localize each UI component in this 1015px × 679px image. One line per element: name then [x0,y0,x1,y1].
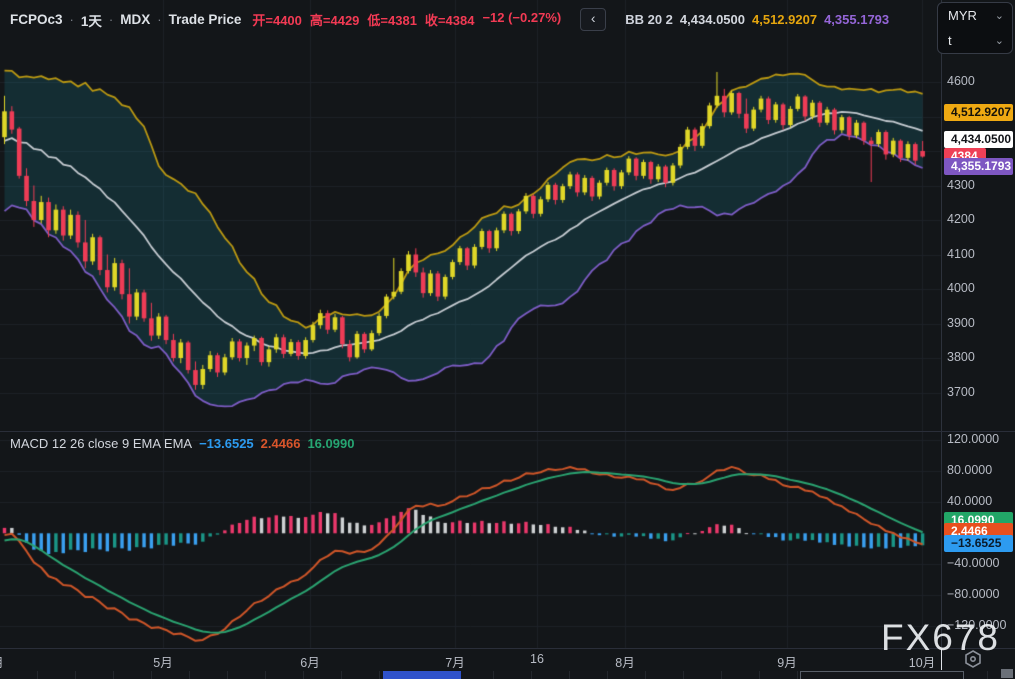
time-tick-label[interactable]: 9月 [777,652,796,671]
bb-upper-value: 4,512.9207 [752,12,818,27]
legend-collapse-button[interactable]: ‹ [580,8,607,31]
macd-indicator-label[interactable]: MACD 12 26 close 9 EMA EMA [10,436,192,451]
legend-separator: · [157,12,162,27]
macd-hist-badge: −13.6525 [944,535,1013,553]
bb-basis-badge: 4,434.0500 [944,130,1013,148]
scrollbar-range-box[interactable] [800,671,964,679]
bb-basis-value: 4,434.0500 [679,12,745,27]
currency-value: MYR [948,8,977,23]
price-tick-label: 4200 [947,212,975,226]
ohlc-item: 开=4400 [252,13,302,28]
legend-separator: · [108,12,114,27]
currency-dropdown[interactable]: MYR ⌄ [938,3,1012,28]
macd-tick-label: −80.0000 [947,587,1000,602]
symbol-name[interactable]: FCPOc3 [10,12,63,27]
chart-application: FCPOc3 · 1天 · MDX · Trade Price 开=4400 高=… [0,0,1015,679]
time-tick-label[interactable]: 7月 [445,652,464,671]
macd-tick-label: −40.0000 [947,556,1000,571]
macd-legend: MACD 12 26 close 9 EMA EMA −13.6525 2.44… [10,436,354,451]
series-type-label: Trade Price [168,12,242,27]
macd-tick-label: 120.0000 [947,432,1000,447]
price-tick-label: 3900 [947,315,975,330]
price-tick-label: 3800 [947,350,975,364]
macd-tick-label: −120.0000 [947,618,1007,633]
ohlc-item: −12 (−0.27%) [482,10,562,25]
scrollbar-highlight-segment[interactable] [383,671,461,679]
settings-gear-icon[interactable] [963,650,983,668]
price-tick-label: 3700 [947,384,975,399]
time-tick-label[interactable]: 4月 [0,652,4,671]
interval-label[interactable]: 1天 [81,10,102,30]
chart-canvas[interactable] [0,0,1015,679]
main-legend: FCPOc3 · 1天 · MDX · Trade Price 开=4400 高=… [10,8,889,31]
macd-tick-label: 40.0000 [947,494,993,509]
time-tick-label[interactable]: 5月 [153,652,172,671]
unit-dropdown[interactable]: t ⌄ [938,28,1012,53]
macd-hist-value: −13.6525 [199,436,254,451]
exchange-label: MDX [120,12,151,27]
macd-line-value: 2.4466 [260,436,301,451]
bb-lower-badge: 4,355.1793 [944,157,1013,175]
ohlc-item: 高=4429 [309,13,360,28]
time-axis-divider [0,648,1015,649]
scrollbar-corner-handle[interactable] [1001,669,1013,678]
bb-upper-badge: 4,512.9207 [944,103,1013,121]
axis-border-highlight [941,649,942,670]
pane-divider[interactable] [0,431,1015,432]
macd-signal-value: 16.0990 [307,436,355,451]
unit-value: t [948,33,952,48]
price-axis-border[interactable] [941,0,942,670]
time-tick-label[interactable]: 6月 [300,652,319,671]
ohlc-values: 开=4400 高=4429 低=4381 收=4384 −12 (−0.27%) [252,10,561,29]
bb-lower-value: 4,355.1793 [824,12,890,27]
time-tick-label[interactable]: 8月 [615,652,634,671]
chevron-down-icon: ⌄ [994,10,1004,22]
price-tick-label: 4300 [947,177,975,192]
price-tick-label: 4100 [947,246,975,261]
price-tick-label: 4600 [947,74,975,88]
bb-indicator-label[interactable]: BB 20 2 [625,12,673,27]
ohlc-item: 收=4384 [424,13,475,28]
legend-separator: · [69,12,74,27]
price-tick-label: 4000 [947,281,975,295]
macd-tick-label: 80.0000 [947,463,993,478]
currency-unit-selector: MYR ⌄ t ⌄ [937,2,1013,54]
time-tick-label[interactable]: 10月 [909,652,935,671]
ohlc-item: 低=4381 [367,13,417,28]
chevron-down-icon: ⌄ [994,35,1004,47]
time-tick-label[interactable]: 16 [530,652,544,666]
bottom-scrollbar[interactable] [0,669,1015,679]
